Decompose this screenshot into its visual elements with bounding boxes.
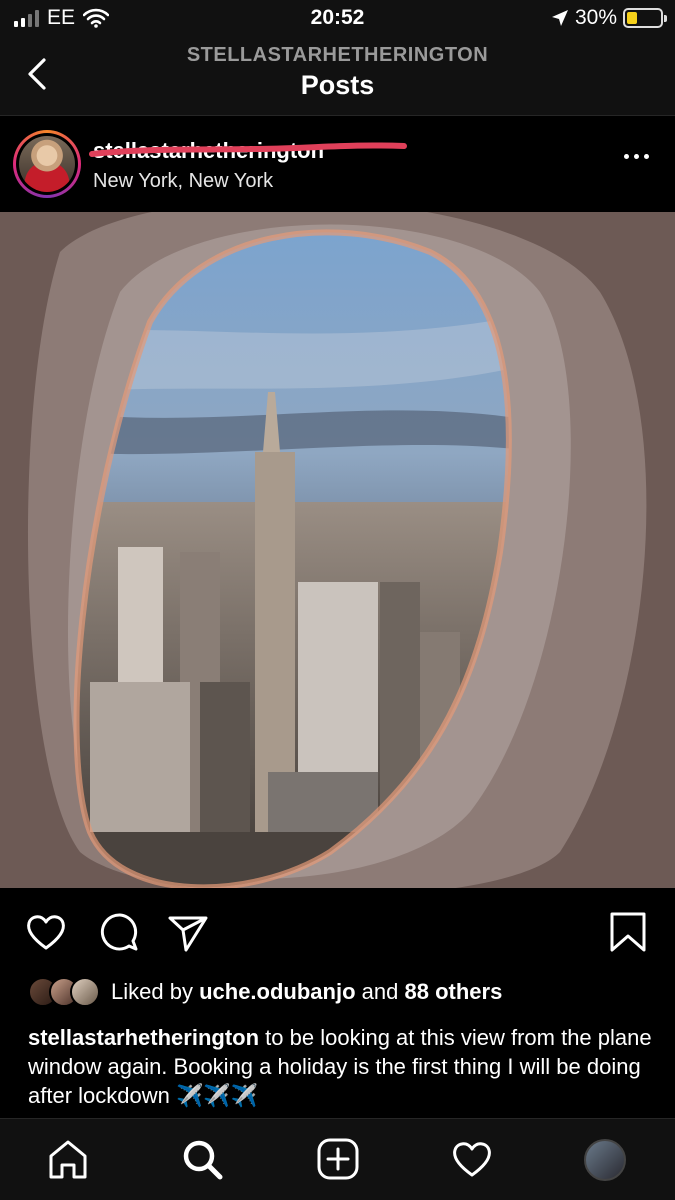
profile-avatar[interactable]: [584, 1139, 626, 1181]
comment-icon[interactable]: [98, 910, 142, 954]
post-actions: [0, 888, 675, 968]
home-icon[interactable]: [46, 1137, 90, 1181]
status-bar: EE 20:52 30%: [0, 0, 675, 38]
header-subtitle: STELLASTARHETHERINGTON: [186, 44, 489, 66]
likes-row[interactable]: Liked by uche.odubanjo and 88 others: [28, 974, 502, 1010]
battery-icon: [623, 8, 667, 28]
page-title: Posts: [300, 70, 375, 100]
heart-icon[interactable]: [24, 910, 68, 954]
likes-text: Liked by uche.odubanjo and 88 others: [111, 979, 502, 1005]
bookmark-icon[interactable]: [606, 910, 650, 954]
avatar[interactable]: [19, 136, 75, 192]
activity-heart-icon[interactable]: [450, 1137, 494, 1181]
status-right: 30%: [551, 6, 667, 30]
bottom-tab-bar: [0, 1118, 675, 1200]
new-post-icon[interactable]: [316, 1137, 360, 1181]
battery-percent: 30%: [574, 6, 617, 29]
send-icon[interactable]: [166, 910, 210, 954]
battery-fill: [627, 12, 637, 24]
airplane-window-photo: [0, 212, 675, 888]
post-header: stellastarhetherington New York, New Yor…: [0, 116, 675, 212]
post-caption: stellastarhetherington to be looking at …: [28, 1023, 658, 1110]
likes-middle: and: [361, 979, 399, 1004]
nav-header: STELLASTARHETHERINGTON Posts: [0, 38, 675, 116]
liker-username[interactable]: uche.odubanjo: [199, 979, 355, 1004]
likes-others[interactable]: 88 others: [405, 979, 503, 1004]
post-photo[interactable]: [0, 212, 675, 888]
search-icon[interactable]: [180, 1137, 224, 1181]
likes-prefix: Liked by: [111, 979, 193, 1004]
story-ring[interactable]: [13, 130, 81, 198]
caption-username[interactable]: stellastarhetherington: [28, 1025, 259, 1050]
location-arrow-icon: [551, 10, 568, 26]
post-location[interactable]: New York, New York: [93, 170, 273, 193]
liker-avatar[interactable]: [70, 977, 100, 1007]
more-horizontal-icon[interactable]: [624, 154, 649, 159]
redaction-scribble: [89, 142, 407, 157]
